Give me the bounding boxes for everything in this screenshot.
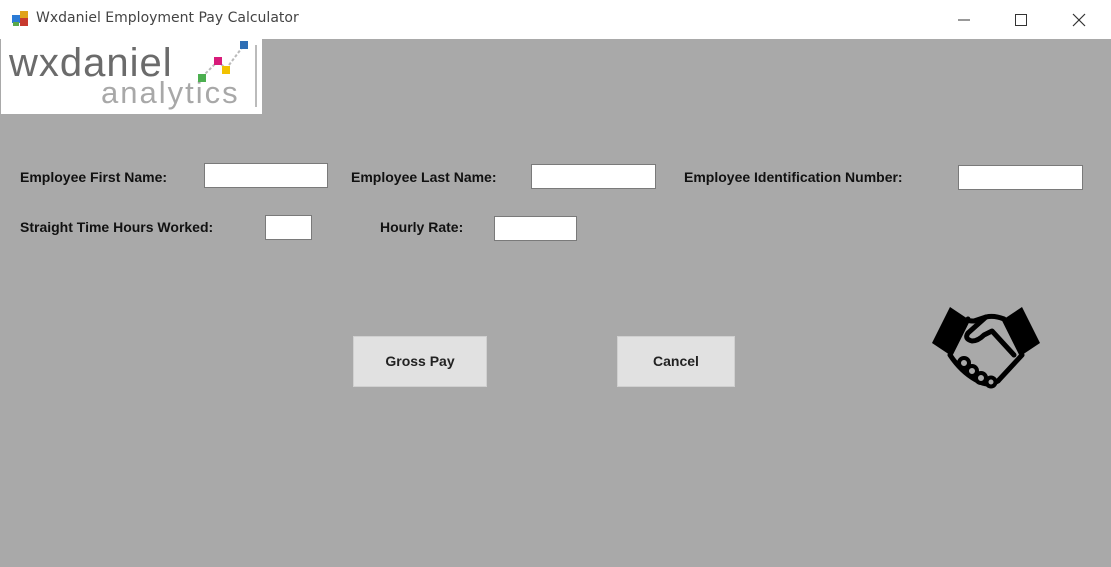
last-name-label: Employee Last Name:: [351, 169, 497, 185]
logo-divider: [255, 45, 257, 107]
window-title: Wxdaniel Employment Pay Calculator: [36, 10, 299, 26]
employee-id-label: Employee Identification Number:: [684, 169, 903, 185]
app-icon: [12, 11, 28, 26]
title-bar: Wxdaniel Employment Pay Calculator: [0, 0, 1111, 39]
close-icon: [1072, 13, 1086, 27]
employee-id-input[interactable]: [958, 165, 1083, 190]
company-logo: wxdaniel analytics: [1, 39, 262, 114]
logo-chart-icon: [198, 41, 248, 82]
close-button[interactable]: [1050, 0, 1108, 39]
handshake-icon: [932, 307, 1040, 389]
hours-worked-input[interactable]: [265, 215, 312, 240]
last-name-input[interactable]: [531, 164, 656, 189]
cancel-button[interactable]: Cancel: [617, 336, 735, 387]
minimize-icon: [958, 19, 970, 21]
minimize-button[interactable]: [935, 0, 993, 39]
first-name-label: Employee First Name:: [20, 169, 168, 185]
hourly-rate-input[interactable]: [494, 216, 577, 241]
gross-pay-button[interactable]: Gross Pay: [353, 336, 487, 387]
first-name-input[interactable]: [204, 163, 328, 188]
maximize-button[interactable]: [992, 0, 1050, 39]
hourly-rate-label: Hourly Rate:: [380, 219, 464, 235]
hours-worked-label: Straight Time Hours Worked:: [20, 219, 214, 235]
maximize-icon: [1015, 14, 1027, 26]
